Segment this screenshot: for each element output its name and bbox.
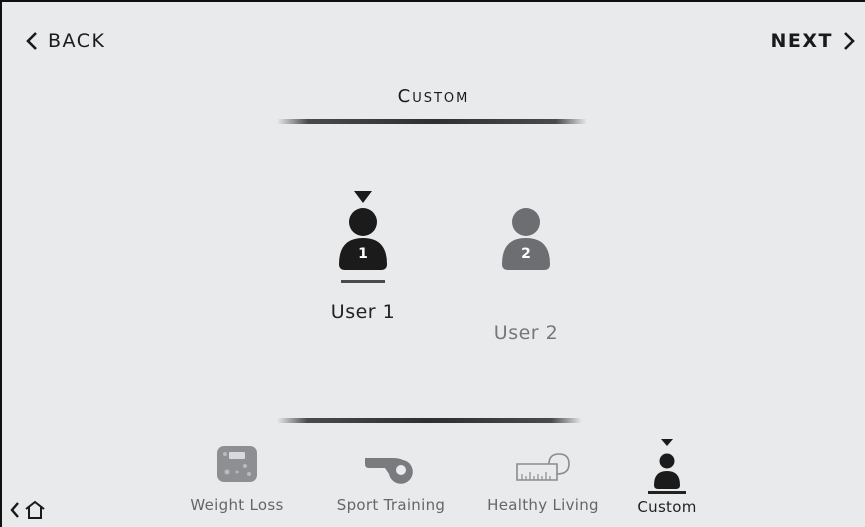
home-button[interactable] bbox=[10, 500, 46, 524]
tab-sport-training-label: Sport Training bbox=[336, 496, 446, 514]
user-1-option[interactable]: 1 User 1 bbox=[303, 190, 423, 323]
person-icon bbox=[652, 453, 682, 493]
scale-icon bbox=[215, 444, 259, 488]
selected-underline bbox=[341, 280, 385, 283]
next-button[interactable]: NEXT bbox=[771, 30, 856, 52]
screen: BACK NEXT Custom 1 User 1 2 User 2 Weigh… bbox=[0, 0, 865, 527]
tab-weight-loss-label: Weight Loss bbox=[190, 496, 284, 514]
user-2-label: User 2 bbox=[493, 322, 559, 344]
tab-custom-label: Custom bbox=[637, 498, 697, 516]
whistle-icon bbox=[363, 454, 419, 488]
back-button[interactable]: BACK bbox=[26, 30, 105, 52]
page-title: Custom bbox=[397, 86, 470, 107]
home-icon bbox=[24, 500, 46, 524]
tab-weight-loss[interactable]: Weight Loss bbox=[162, 436, 312, 514]
user-1-label: User 1 bbox=[330, 301, 396, 323]
tab-sport-training[interactable]: Sport Training bbox=[316, 436, 466, 514]
chevron-left-icon bbox=[26, 32, 38, 50]
active-tab-pointer-icon bbox=[660, 432, 674, 451]
tab-custom[interactable]: Custom bbox=[592, 436, 742, 516]
tabs-divider bbox=[277, 418, 582, 423]
user-1-badge: 1 bbox=[358, 246, 368, 262]
next-label: NEXT bbox=[770, 30, 833, 52]
tape-measure-icon bbox=[513, 450, 573, 488]
user-2-avatar-icon: 2 bbox=[466, 208, 586, 270]
user-2-option[interactable]: 2 User 2 bbox=[466, 208, 586, 344]
back-label: BACK bbox=[48, 30, 106, 52]
chevron-left-icon bbox=[10, 502, 20, 522]
user-1-avatar-icon: 1 bbox=[303, 208, 423, 270]
chevron-right-icon bbox=[843, 32, 855, 50]
selected-pointer-icon bbox=[303, 190, 423, 208]
title-divider bbox=[277, 119, 587, 124]
user-2-badge: 2 bbox=[521, 246, 531, 262]
